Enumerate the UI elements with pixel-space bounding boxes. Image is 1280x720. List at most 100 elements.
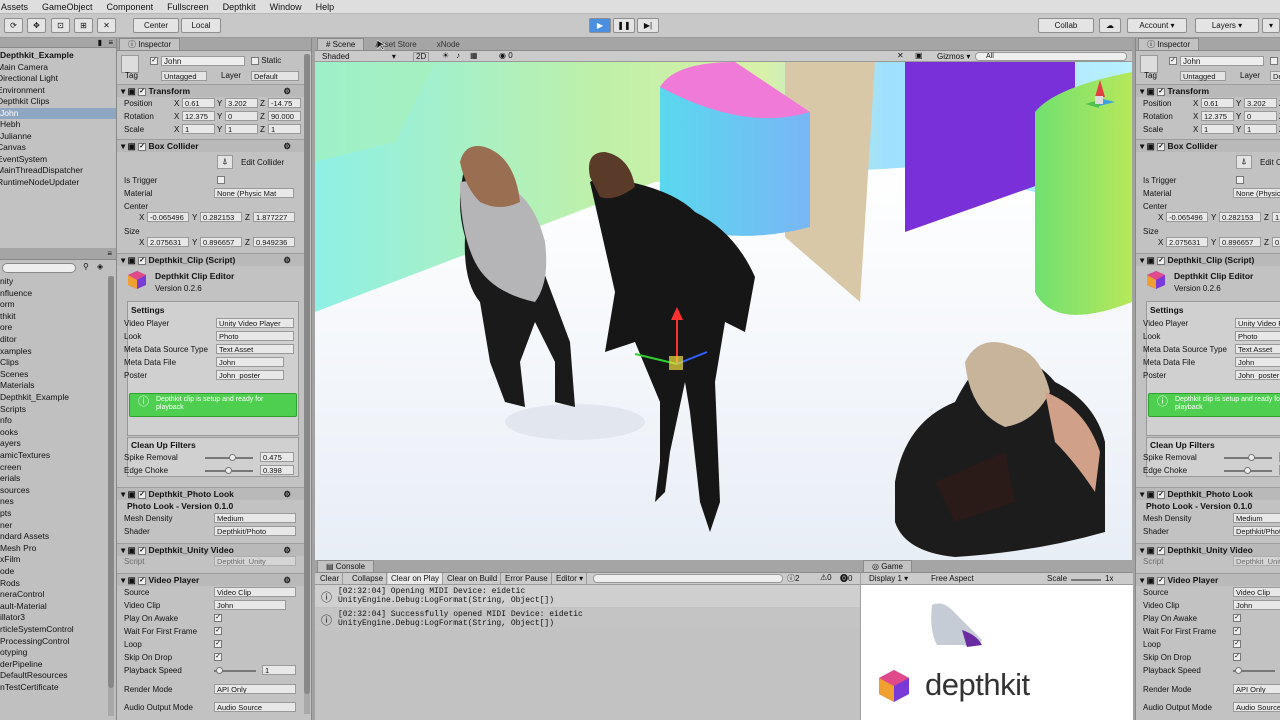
enable-checkbox[interactable]: ✓ (1157, 256, 1166, 265)
project-item[interactable]: derPipeline (0, 659, 43, 670)
menu-fullscreen[interactable]: Fullscreen (167, 2, 209, 12)
visibility-icon[interactable]: ◉ 0 (499, 51, 513, 60)
inspector-right-x-input[interactable]: 1 (1201, 124, 1234, 134)
inspector-field-value[interactable]: 1 (262, 665, 296, 675)
hierarchy-item[interactable]: EventSystem (0, 154, 113, 165)
audio-icon[interactable]: ♪ (456, 51, 460, 60)
foldout-icon[interactable]: ▾ (1140, 545, 1144, 555)
project-item[interactable]: ooks (0, 427, 18, 438)
enable-checkbox[interactable]: ✓ (138, 256, 147, 265)
layer-dropdown[interactable]: Default (1270, 71, 1280, 81)
speed-slider[interactable] (214, 665, 258, 677)
enable-checkbox[interactable]: ✓ (1157, 87, 1166, 96)
light-icon[interactable]: ☀ (442, 51, 449, 60)
inspector-right-component-header[interactable]: ▾ ▣ ✓ Video Player⚙ (1136, 573, 1280, 586)
inspector-field-value[interactable]: John (214, 600, 286, 610)
foldout-icon[interactable]: ▾ (121, 575, 125, 585)
collapse-button[interactable]: Collapse (349, 573, 388, 584)
inspector-right-checkbox[interactable]: ✓ (1233, 627, 1241, 635)
aspect-dropdown[interactable]: Free Aspect (931, 574, 974, 583)
edge-slider[interactable] (205, 465, 255, 477)
project-item[interactable]: ndard Assets (0, 531, 49, 542)
inspector-z-input[interactable]: -14.75 (268, 98, 301, 108)
project-item[interactable]: erials (0, 473, 20, 484)
inspector-field-value[interactable]: 0.398 (260, 465, 294, 475)
project-item[interactable]: Scenes (0, 369, 28, 380)
inspector-checkbox[interactable]: ✓ (214, 627, 222, 635)
console-search-input[interactable] (593, 574, 783, 583)
inspector-right-field-value[interactable]: John (1235, 357, 1280, 367)
inspector-right-field-value[interactable]: Medium (1233, 513, 1280, 523)
display-dropdown[interactable]: Display 1 ▾ (869, 574, 908, 583)
foldout-icon[interactable]: ▾ (121, 255, 125, 265)
project-item[interactable]: ProcessingControl (0, 636, 69, 647)
inspector-checkbox[interactable]: ✓ (214, 614, 222, 622)
menu-component[interactable]: Component (107, 2, 154, 12)
inspector-right-x-input[interactable]: 0.61 (1201, 98, 1234, 108)
spike-slider[interactable] (1224, 452, 1274, 464)
static-toggle[interactable]: Static (251, 56, 281, 65)
inspector-right-field-value[interactable]: API Only (1233, 684, 1280, 694)
inspector-field-value[interactable]: None (Physic Mat (214, 188, 294, 198)
hierarchy-item[interactable]: MainThreadDispatcher (0, 165, 113, 176)
project-item[interactable]: ore (0, 322, 12, 333)
inspector-x-input[interactable]: 12.375 (182, 111, 215, 121)
inspector-right-component-header[interactable]: ▾ ▣ ✓ Depthkit_Unity Video⚙ (1136, 543, 1280, 556)
menu-help[interactable]: Help (316, 2, 335, 12)
error-icon[interactable]: ⓿0 (840, 573, 852, 584)
layer-dropdown[interactable]: Default (251, 71, 299, 81)
project-item[interactable]: ode (0, 566, 14, 577)
tab-xnode[interactable]: xNode (427, 38, 469, 50)
inspector-right-name-input[interactable]: John (1180, 56, 1264, 66)
inspector-right-field-value[interactable]: Unity Video Player (1235, 318, 1280, 328)
component-menu-icon[interactable]: ⚙ (283, 254, 291, 266)
inspector-component-header[interactable]: ▾ ▣ ✓ Transform ⚙ (117, 84, 305, 97)
inspector-component-header[interactable]: ▾ ▣ ✓ Video Player ⚙ (117, 573, 305, 586)
inspector-right-component-header[interactable]: ▾ ▣ ✓ Depthkit_Clip (Script)⚙ (1136, 253, 1280, 266)
project-item[interactable]: Materials (0, 380, 34, 391)
project-item[interactable]: orm (0, 299, 15, 310)
play-button[interactable]: ▶ (589, 18, 611, 33)
inspector-right-field-value[interactable]: Text Asset (1235, 344, 1280, 354)
inspector-right-field-value[interactable]: Audio Source (1233, 702, 1280, 712)
inspector-right-checkbox[interactable]: ✓ (1233, 653, 1241, 661)
project-item[interactable]: nfluence (0, 288, 32, 299)
component-menu-icon[interactable]: ⚙ (283, 140, 291, 152)
project-item[interactable]: ditor (0, 334, 17, 345)
inspector-checkbox[interactable]: ✓ (214, 653, 222, 661)
account-dropdown[interactable]: Account ▾ (1127, 18, 1187, 33)
project-item[interactable]: ault-Material (0, 601, 47, 612)
inspector-right-field-value[interactable]: Depthkit/Photo (1233, 526, 1280, 536)
project-item[interactable]: Depthkit_Example (0, 392, 69, 403)
enable-checkbox[interactable]: ✓ (138, 490, 147, 499)
project-item[interactable]: ner (0, 520, 12, 531)
project-item[interactable]: creen (0, 462, 21, 473)
project-item[interactable]: Mesh Pro (0, 543, 36, 554)
console-entry[interactable]: ⓘ [02:32:04] Successfully opened MIDI De… (315, 608, 860, 630)
inspector-right-y-input[interactable]: 1 (1244, 124, 1277, 134)
inspector-field-value[interactable]: Unity Video Player (216, 318, 294, 328)
inspector-field-value[interactable]: Audio Source (214, 702, 296, 712)
inspector-component-header[interactable]: ▾ ▣ ✓ Box Collider ⚙ (117, 139, 305, 152)
tag-dropdown[interactable]: Untagged (1180, 71, 1226, 81)
hierarchy-item[interactable]: Julianne (0, 131, 116, 142)
inspector-field-value[interactable]: Text Asset (216, 344, 294, 354)
inspector-right-checkbox[interactable]: ✓ (1233, 640, 1241, 648)
hierarchy-item[interactable]: Environment (0, 85, 113, 96)
editor-dropdown[interactable]: Editor ▾ (553, 573, 588, 584)
pivot-center-button[interactable]: Center (133, 18, 179, 33)
shading-dropdown[interactable]: Shaded ▾ (322, 52, 396, 61)
static-toggle[interactable]: Static (1270, 56, 1280, 65)
transform-tool-icon[interactable]: ✕ (97, 18, 116, 33)
enable-checkbox[interactable]: ✓ (1157, 490, 1166, 499)
menu-gameobject[interactable]: GameObject (42, 2, 93, 12)
inspector-field-value[interactable]: Video Clip (214, 587, 296, 597)
inspector-right-y-input[interactable]: 0 (1244, 111, 1277, 121)
component-menu-icon[interactable]: ⚙ (283, 574, 291, 586)
label-icon[interactable]: ◈ (97, 262, 109, 273)
tag-dropdown[interactable]: Untagged (161, 71, 207, 81)
speed-slider[interactable] (1233, 665, 1277, 677)
project-item[interactable]: Clips (0, 357, 19, 368)
inspector-y-input[interactable]: 1 (225, 124, 258, 134)
hierarchy-item[interactable]: Directional Light (0, 73, 113, 84)
